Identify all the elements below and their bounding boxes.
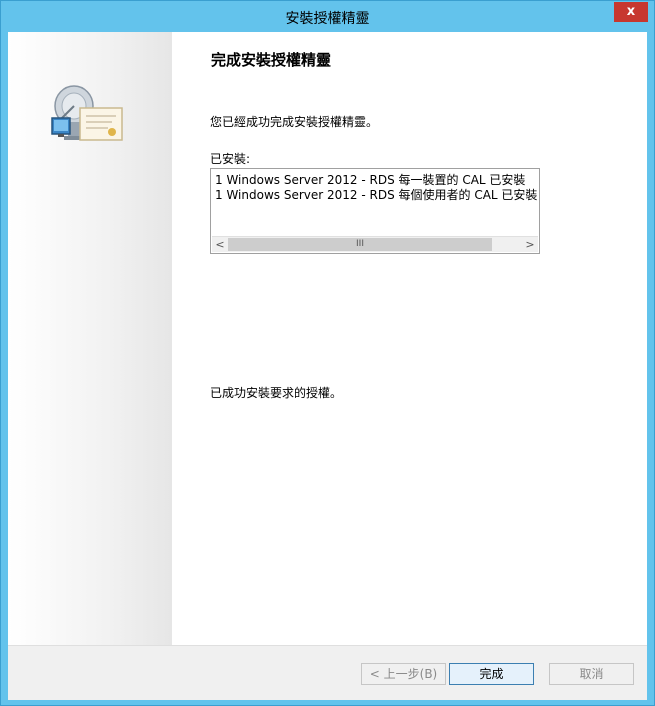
- window-title: 安裝授權精靈: [285, 11, 370, 27]
- scroll-right-icon[interactable]: >: [522, 237, 538, 252]
- license-certificate-icon: [51, 85, 123, 141]
- horizontal-scrollbar[interactable]: < III >: [212, 236, 538, 252]
- button-bar: < 上一步(B) 完成 取消: [8, 645, 647, 700]
- installed-licenses-list[interactable]: 1 Windows Server 2012 - RDS 每一裝置的 CAL 已安…: [210, 168, 540, 254]
- list-item[interactable]: 1 Windows Server 2012 - RDS 每個使用者的 CAL 已…: [215, 186, 537, 203]
- page-title: 完成安裝授權精靈: [211, 51, 332, 69]
- installed-label: 已安裝:: [210, 152, 251, 166]
- wizard-client-area: 完成安裝授權精靈 您已經成功完成安裝授權精靈。 已安裝: 1 Windows S…: [8, 32, 647, 700]
- completion-message: 已成功安裝要求的授權。: [210, 386, 343, 400]
- scroll-thumb[interactable]: III: [228, 238, 492, 251]
- back-button[interactable]: < 上一步(B): [361, 663, 446, 685]
- success-message: 您已經成功完成安裝授權精靈。: [210, 115, 379, 129]
- wizard-window: 安裝授權精靈 x 完成安裝授權精靈 您已經成功完成安裝授權精靈。 已安裝: 1 …: [0, 0, 655, 706]
- scroll-left-icon[interactable]: <: [212, 237, 228, 252]
- wizard-sidebar: [8, 32, 172, 645]
- title-bar[interactable]: 安裝授權精靈 x: [1, 1, 654, 32]
- finish-button[interactable]: 完成: [449, 663, 534, 685]
- cancel-button[interactable]: 取消: [549, 663, 634, 685]
- close-button[interactable]: x: [614, 2, 648, 22]
